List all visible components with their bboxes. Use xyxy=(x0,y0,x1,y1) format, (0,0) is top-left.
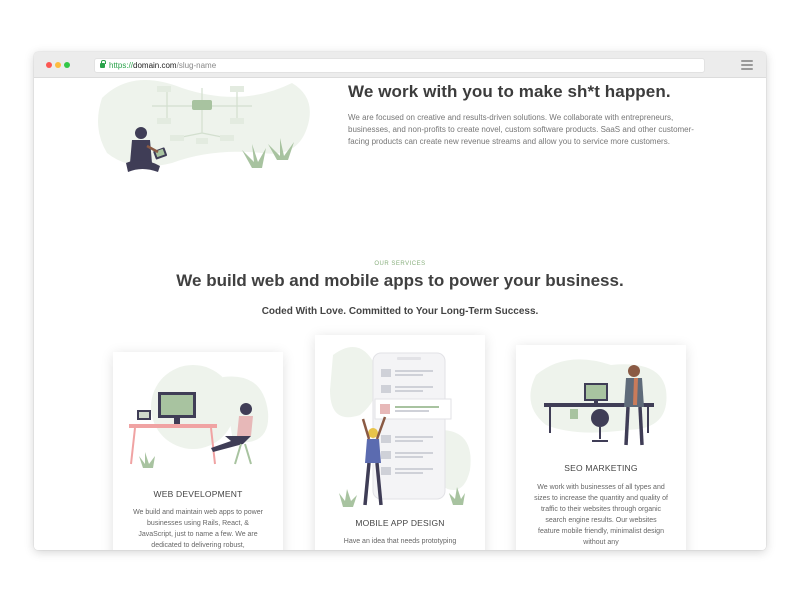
card-title: MOBILE APP DESIGN xyxy=(355,518,445,528)
card-title: WEB DEVELOPMENT xyxy=(153,489,243,499)
url-domain: domain.com xyxy=(133,61,177,70)
hero-title: We work with you to make sh*t happen. xyxy=(348,82,671,101)
browser-window: https://domain.com/slug-name We work wit… xyxy=(34,52,766,550)
close-window-button[interactable] xyxy=(46,62,52,68)
hamburger-menu-icon[interactable] xyxy=(741,60,753,70)
card-description: Have an idea that needs prototyping xyxy=(343,538,457,545)
lock-icon xyxy=(100,60,106,68)
hero-illustration xyxy=(98,80,310,172)
service-card-mobile-app-design[interactable]: MOBILE APP DESIGN Have an idea that need… xyxy=(315,335,485,550)
url-protocol: https:// xyxy=(109,61,134,70)
hero-description: We are focused on creative and results-d… xyxy=(348,113,694,146)
section-title: We build web and mobile apps to power yo… xyxy=(176,271,624,290)
seo-marketing-illustration xyxy=(530,359,667,446)
service-card-seo-marketing[interactable]: SEO MARKETING We work with businesses of… xyxy=(516,345,686,550)
browser-chrome: https://domain.com/slug-name xyxy=(34,52,766,78)
section-kicker: OUR SERVICES xyxy=(374,261,426,267)
web-development-illustration xyxy=(129,365,269,468)
url-path: /slug-name xyxy=(176,61,217,70)
section-subtitle: Coded With Love. Committed to Your Long-… xyxy=(261,306,539,317)
page-content: We work with you to make sh*t happen. We… xyxy=(34,78,766,550)
card-title: SEO MARKETING xyxy=(564,463,638,473)
minimize-window-button[interactable] xyxy=(55,62,61,68)
address-bar[interactable]: https://domain.com/slug-name xyxy=(94,58,705,73)
maximize-window-button[interactable] xyxy=(64,62,70,68)
mobile-app-design-illustration xyxy=(330,347,471,507)
card-description: We build and maintain web apps to power … xyxy=(133,509,263,549)
service-card-web-development[interactable]: WEB DEVELOPMENT We build and maintain we… xyxy=(113,352,283,550)
card-description: We work with businesses of all types and… xyxy=(534,484,668,546)
